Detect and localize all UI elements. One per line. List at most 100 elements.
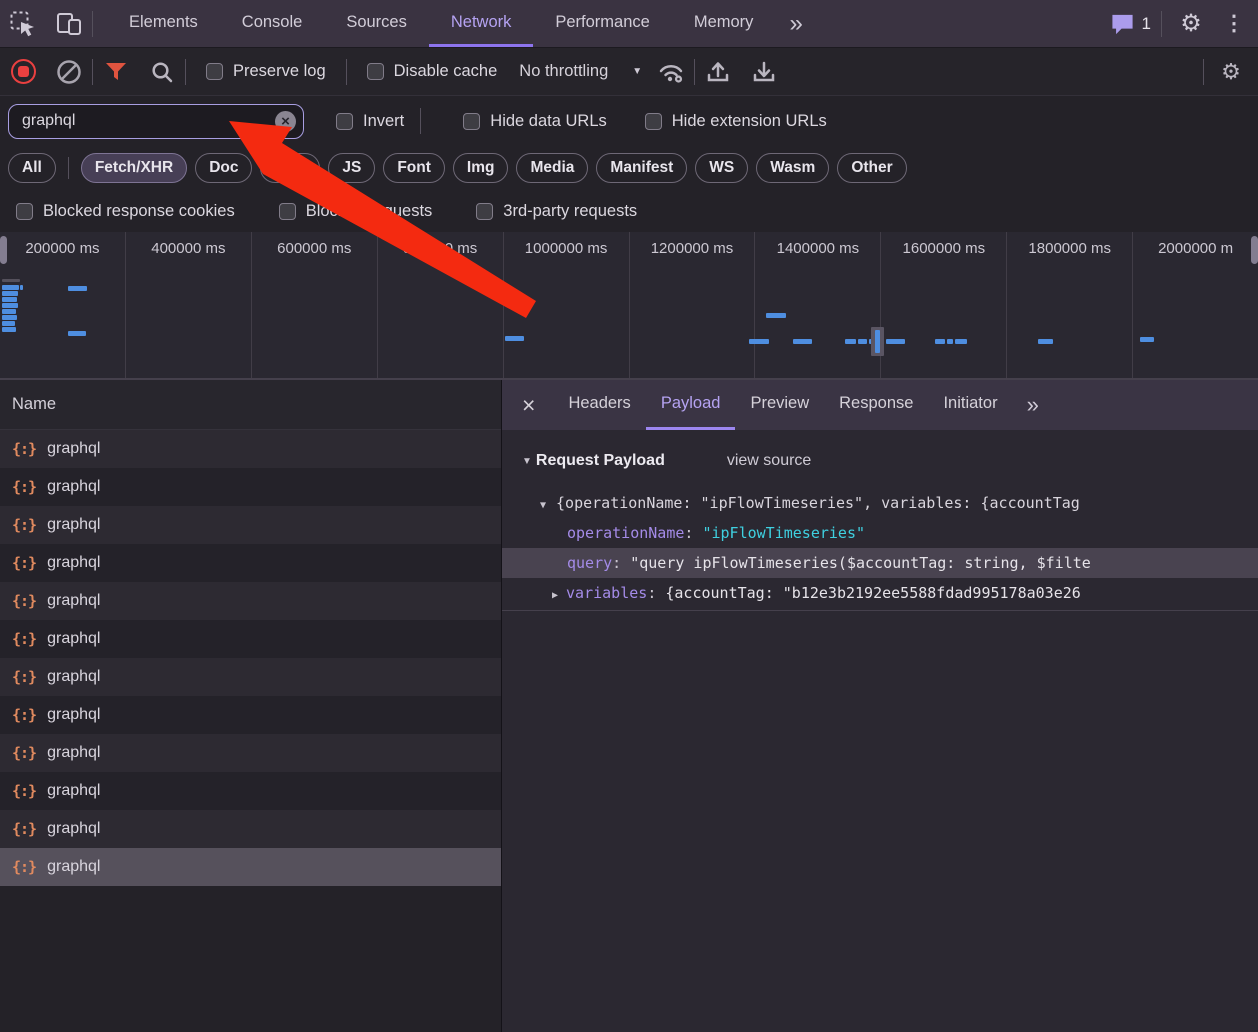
tab-memory[interactable]: Memory [672,0,776,47]
details-tab-payload[interactable]: Payload [646,380,736,430]
request-row[interactable]: {:}graphql [0,848,501,886]
settings-gear-icon[interactable]: ⚙ [1172,9,1210,38]
request-row[interactable]: {:}graphql [0,696,501,734]
waterfall-bar [2,309,16,314]
inspect-element-icon[interactable] [0,0,46,47]
request-row[interactable]: {:}graphql [0,772,501,810]
chip-ws[interactable]: WS [695,153,748,183]
hide-extension-urls-checkbox[interactable]: Hide extension URLs [639,112,833,131]
checkbox[interactable] [336,113,353,130]
chip-manifest[interactable]: Manifest [596,153,687,183]
clear-filter-icon[interactable]: × [275,111,296,132]
hide-data-urls-checkbox[interactable]: Hide data URLs [457,112,612,131]
payload-key: query [567,554,612,572]
payload-row-operationname[interactable]: operationName: "ipFlowTimeseries" [502,518,1258,548]
request-name: graphql [47,820,100,838]
blocked-requests-checkbox[interactable]: Blocked requests [273,202,439,221]
filter-input[interactable] [8,104,304,139]
export-har-icon[interactable] [741,48,787,95]
invert-label: Invert [363,112,404,131]
timeline-scroll-handle-left[interactable] [0,236,7,264]
payload-summary-row[interactable]: ▼{operationName: "ipFlowTimeseries", var… [502,488,1258,518]
tab-sources[interactable]: Sources [324,0,429,47]
import-har-icon[interactable] [695,48,741,95]
checkbox[interactable] [645,113,662,130]
request-row[interactable]: {:}graphql [0,734,501,772]
checkbox[interactable] [16,203,33,220]
chip-wasm[interactable]: Wasm [756,153,829,183]
tab-console[interactable]: Console [220,0,325,47]
third-party-requests-checkbox[interactable]: 3rd-party requests [470,202,643,221]
more-tabs-icon[interactable]: » [775,0,816,47]
issues-button[interactable]: 1 [1110,13,1151,35]
request-row[interactable]: {:}graphql [0,810,501,848]
chip-other[interactable]: Other [837,153,906,183]
clear-network-log-icon[interactable] [46,48,92,95]
waterfall-bar [20,285,23,290]
checkbox[interactable] [279,203,296,220]
chip-css[interactable]: CSS [260,153,320,183]
collapse-triangle-icon[interactable]: ▼ [522,456,532,467]
waterfall-bar [766,313,786,318]
request-row[interactable]: {:}graphql [0,468,501,506]
network-conditions-icon[interactable] [648,48,694,95]
details-tab-response[interactable]: Response [824,380,928,430]
chip-font[interactable]: Font [383,153,445,183]
invert-checkbox[interactable]: Invert [330,112,410,131]
record-button[interactable] [0,48,46,95]
blocked-response-cookies-checkbox[interactable]: Blocked response cookies [10,202,241,221]
device-toolbar-icon[interactable] [46,0,92,47]
name-column-header[interactable]: Name [0,380,501,430]
disable-cache-checkbox[interactable]: Disable cache [361,62,504,81]
checkbox[interactable] [476,203,493,220]
chip-media[interactable]: Media [516,153,588,183]
checkbox[interactable] [463,113,480,130]
json-request-icon: {:} [12,516,36,534]
search-icon[interactable] [139,48,185,95]
divider [1203,59,1204,85]
tab-network[interactable]: Network [429,0,534,47]
filter-funnel-icon[interactable] [93,48,139,95]
tab-performance[interactable]: Performance [533,0,671,47]
more-details-tabs-icon[interactable]: » [1013,380,1053,430]
chip-all[interactable]: All [8,153,56,183]
expand-triangle-icon[interactable]: ▶ [552,590,558,601]
request-row[interactable]: {:}graphql [0,506,501,544]
chip-doc[interactable]: Doc [195,153,252,183]
kebab-menu-icon[interactable]: ⋮ [1220,11,1248,36]
payload-row-query[interactable]: query: "query ipFlowTimeseries($accountT… [502,548,1258,578]
close-icon[interactable]: × [502,380,553,430]
chip-fetch-xhr[interactable]: Fetch/XHR [81,153,187,183]
payload-key: variables [566,584,647,602]
details-tab-headers[interactable]: Headers [553,380,645,430]
collapse-triangle-icon[interactable]: ▼ [540,500,546,511]
waterfall-bar [2,297,17,302]
details-tab-preview[interactable]: Preview [735,380,824,430]
throttling-select[interactable]: No throttling ▼ [519,62,642,81]
tab-elements[interactable]: Elements [107,0,220,47]
details-tab-initiator[interactable]: Initiator [928,380,1012,430]
waterfall-bar [947,339,953,344]
extra-filter-options: Blocked response cookies Blocked request… [0,190,1258,232]
request-row[interactable]: {:}graphql [0,620,501,658]
chip-js[interactable]: JS [328,153,375,183]
network-settings-gear-icon[interactable]: ⚙ [1212,59,1250,85]
waterfall-bar [68,331,86,336]
checkbox[interactable] [206,63,223,80]
third-party-requests-label: 3rd-party requests [503,202,637,221]
request-row[interactable]: {:}graphql [0,658,501,696]
preserve-log-checkbox[interactable]: Preserve log [200,62,332,81]
divider [1161,11,1162,37]
view-source-link[interactable]: view source [727,452,811,470]
waterfall-bar [875,330,880,353]
payload-row-variables[interactable]: ▶variables: {accountTag: "b12e3b2192ee55… [502,578,1258,608]
request-row[interactable]: {:}graphql [0,544,501,582]
payload-key: operationName [567,524,684,542]
chip-img[interactable]: Img [453,153,509,183]
checkbox[interactable] [367,63,384,80]
request-name: graphql [47,630,100,648]
network-overview-timeline[interactable]: 200000 ms 400000 ms 600000 ms 800000 ms … [0,232,1258,380]
request-row[interactable]: {:}graphql [0,430,501,468]
request-row[interactable]: {:}graphql [0,582,501,620]
timeline-scroll-handle-right[interactable] [1251,236,1258,264]
